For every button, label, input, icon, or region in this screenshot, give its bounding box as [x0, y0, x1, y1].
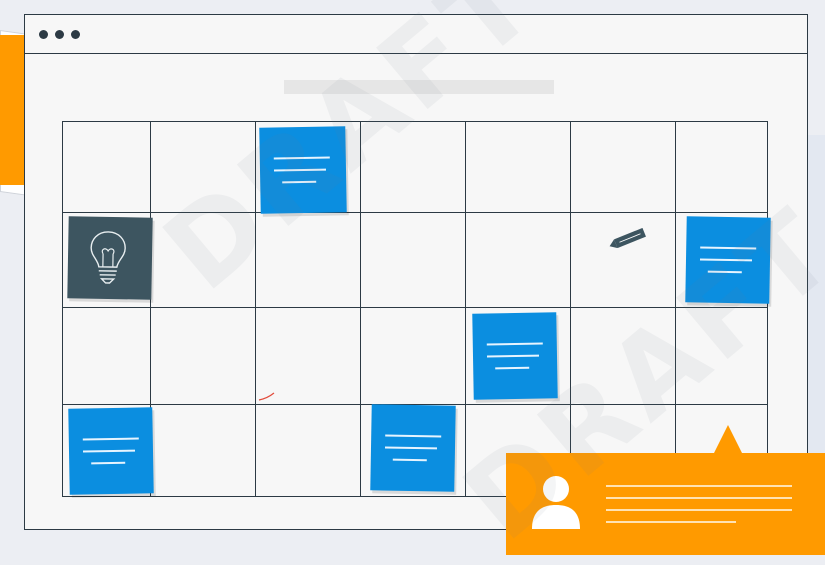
- user-avatar-icon: [530, 475, 582, 529]
- note-line: [91, 462, 125, 465]
- grid-line: [360, 122, 361, 496]
- sticky-note[interactable]: [370, 404, 455, 491]
- note-line: [83, 450, 135, 453]
- note-line: [708, 271, 742, 274]
- comment-line: [606, 497, 792, 499]
- window-control-dot[interactable]: [71, 30, 80, 39]
- grid-line: [570, 122, 571, 496]
- note-line: [385, 447, 437, 450]
- comment-card[interactable]: [506, 453, 825, 555]
- note-line: [282, 181, 316, 184]
- pencil-icon[interactable]: [597, 228, 663, 248]
- ink-stroke: [258, 392, 276, 402]
- note-line: [700, 259, 752, 262]
- grid-line: [63, 212, 767, 213]
- sticky-note[interactable]: [259, 126, 346, 213]
- note-line: [274, 157, 330, 160]
- grid-line: [465, 122, 466, 496]
- grid-line: [255, 122, 256, 496]
- note-line: [495, 367, 529, 370]
- note-line: [274, 169, 326, 172]
- window-control-dot[interactable]: [55, 30, 64, 39]
- note-line: [487, 343, 543, 346]
- comment-line: [606, 485, 792, 487]
- note-line: [83, 438, 139, 441]
- window-control-dot[interactable]: [39, 30, 48, 39]
- sticky-note[interactable]: [472, 312, 557, 399]
- sticky-note[interactable]: [68, 407, 153, 494]
- note-line: [700, 247, 756, 250]
- window-titlebar: [25, 15, 807, 54]
- sticky-note[interactable]: [685, 216, 770, 303]
- grid-line: [675, 122, 676, 496]
- note-line: [487, 355, 539, 358]
- comment-line: [606, 509, 792, 511]
- address-bar[interactable]: [284, 80, 554, 94]
- note-line: [393, 459, 427, 462]
- comment-pointer: [714, 425, 742, 453]
- idea-card[interactable]: [67, 216, 152, 299]
- grid-line: [63, 307, 767, 308]
- note-line: [385, 435, 441, 438]
- lightbulb-icon: [87, 229, 128, 288]
- comment-line: [606, 521, 736, 523]
